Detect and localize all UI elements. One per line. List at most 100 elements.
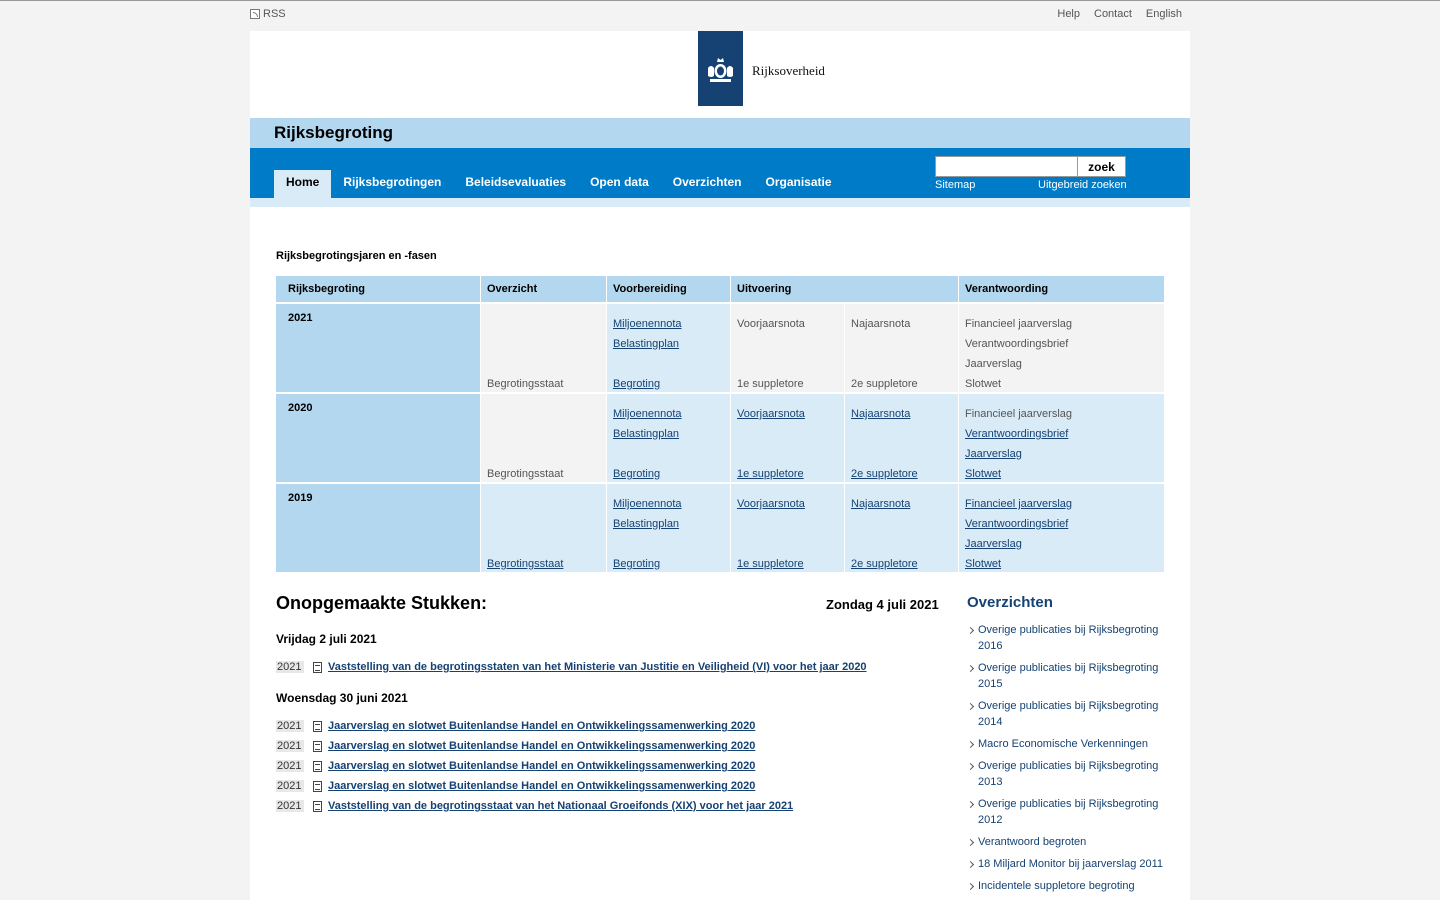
sidebar-link[interactable]: Incidentele suppletore begroting: [967, 878, 1167, 894]
phase-item: Slotwet: [965, 558, 1001, 570]
phase-year: 2021: [276, 304, 480, 392]
phase-cell-verantwoording: Financieel jaarverslag Verantwoordingsbri…: [959, 304, 1164, 392]
document-icon: [313, 760, 322, 772]
phase-link[interactable]: Najaarsnota: [851, 498, 910, 510]
phase-link[interactable]: Begrotingsstaat: [487, 558, 563, 570]
rss-link[interactable]: RSS: [250, 8, 286, 20]
phase-link[interactable]: 1e suppletore: [737, 558, 804, 570]
phase-item: Voorjaarsnota: [737, 498, 805, 510]
search-input[interactable]: [935, 156, 1078, 177]
document-row: 2021 Jaarverslag en slotwet Buitenlandse …: [276, 740, 755, 752]
phase-link[interactable]: 2e suppletore: [851, 558, 918, 570]
phase-item: Najaarsnota: [851, 318, 911, 330]
phase-link[interactable]: Begroting: [613, 468, 660, 480]
phase-link[interactable]: Jaarverslag: [965, 538, 1022, 550]
phase-link[interactable]: Jaarverslag: [965, 448, 1022, 460]
sidebar-list: Overige publicaties bij Rijksbegroting 2…: [967, 622, 1167, 900]
header-verantwoording: Verantwoording: [959, 276, 1164, 302]
header-rijksbegroting: Rijksbegroting: [276, 276, 480, 302]
phase-link[interactable]: Najaarsnota: [851, 408, 910, 420]
phase-year: 2019: [276, 484, 480, 572]
document-link[interactable]: Vaststelling van de begrotingsstaten van…: [328, 661, 867, 673]
phase-cell-uitvoering-b: Najaarsnota 2e suppletore: [845, 484, 958, 572]
phase-link[interactable]: Slotwet: [965, 468, 1001, 480]
sidebar-link[interactable]: Verantwoord begroten: [967, 834, 1167, 850]
sitemap-link[interactable]: Sitemap: [935, 179, 975, 191]
phase-link[interactable]: 2e suppletore: [851, 468, 918, 480]
document-link[interactable]: Jaarverslag en slotwet Buitenlandse Hand…: [328, 740, 755, 752]
phase-link[interactable]: Voorjaarsnota: [737, 498, 805, 510]
phase-link[interactable]: Slotwet: [965, 558, 1001, 570]
nav-beleidsevaluaties[interactable]: Beleidsevaluaties: [453, 170, 578, 198]
phase-item: Najaarsnota: [851, 408, 910, 420]
nav-home[interactable]: Home: [274, 170, 332, 198]
phase-item: Begroting: [613, 468, 660, 480]
sidebar-link[interactable]: Overige publicaties bij Rijksbegroting 2…: [967, 796, 1167, 828]
phase-item: Najaarsnota: [851, 498, 910, 510]
sidebar-link[interactable]: 18 Miljard Monitor bij jaarverslag 2011: [967, 856, 1167, 872]
crest-icon: [708, 58, 733, 82]
phase-link[interactable]: Miljoenennota: [613, 498, 682, 510]
phase-link[interactable]: Verantwoordingsbrief: [965, 428, 1068, 440]
phase-item: 1e suppletore: [737, 558, 804, 570]
nav-organisatie[interactable]: Organisatie: [753, 170, 843, 198]
phase-row-2021: 2021 Begrotingsstaat Miljoenennota Belastin…: [276, 304, 1164, 394]
sidebar-link[interactable]: Overige publicaties bij Rijksbegroting 2…: [967, 758, 1167, 790]
advanced-search-link[interactable]: Uitgebreid zoeken: [1038, 179, 1127, 191]
nav-open-data[interactable]: Open data: [578, 170, 661, 198]
phase-item: Begrotingsstaat: [487, 558, 563, 570]
logo-text: Rijksoverheid: [752, 63, 825, 78]
nav-rijksbegrotingen[interactable]: Rijksbegrotingen: [331, 170, 453, 198]
document-row: 2021 Jaarverslag en slotwet Buitenlandse …: [276, 760, 755, 772]
phase-item: Jaarverslag: [965, 448, 1022, 460]
phase-row-2020: 2020 Begrotingsstaat Miljoenennota Belastin…: [276, 394, 1164, 484]
contact-link[interactable]: Contact: [1094, 8, 1132, 20]
help-link[interactable]: Help: [1057, 8, 1080, 20]
rijksoverheid-logo[interactable]: [698, 31, 743, 106]
sidebar-link[interactable]: Overige publicaties bij Rijksbegroting 2…: [967, 660, 1167, 692]
document-row: 2021 Jaarverslag en slotwet Buitenlandse …: [276, 780, 755, 792]
phase-link[interactable]: Verantwoordingsbrief: [965, 518, 1068, 530]
phases-table: Rijksbegroting Overzicht Voorbereiding U…: [276, 276, 1164, 574]
document-row: 2021 Vaststelling van de begrotingsstaat …: [276, 800, 793, 812]
document-link[interactable]: Vaststelling van de begrotingsstaat van …: [328, 800, 793, 812]
phase-link[interactable]: Belastingplan: [613, 518, 679, 530]
phase-cell-voorbereiding: Miljoenennota Belastingplan Begroting: [607, 394, 730, 482]
phase-row-2019: 2019 Begrotingsstaat Miljoenennota Belastin…: [276, 484, 1164, 574]
phase-link[interactable]: Voorjaarsnota: [737, 408, 805, 420]
top-links: Help Contact English: [1057, 8, 1182, 20]
phase-item: Miljoenennota: [613, 408, 682, 420]
phase-item: Financieel jaarverslag: [965, 318, 1072, 330]
document-row: 2021 Vaststelling van de begrotingsstaten…: [276, 661, 867, 673]
phase-link[interactable]: Begroting: [613, 378, 660, 390]
rss-label: RSS: [263, 8, 286, 20]
phase-item: Begroting: [613, 558, 660, 570]
phase-link[interactable]: Belastingplan: [613, 428, 679, 440]
nav-overzichten[interactable]: Overzichten: [661, 170, 754, 198]
sidebar-link[interactable]: Overige publicaties bij Rijksbegroting 2…: [967, 622, 1167, 654]
phase-item: Belastingplan: [613, 518, 679, 530]
document-link[interactable]: Jaarverslag en slotwet Buitenlandse Hand…: [328, 780, 755, 792]
english-link[interactable]: English: [1146, 8, 1182, 20]
phase-item: Voorjaarsnota: [737, 318, 805, 330]
phase-item: 1e suppletore: [737, 378, 804, 390]
phase-item: Miljoenennota: [613, 318, 682, 330]
phase-item: Verantwoordingsbrief: [965, 428, 1068, 440]
phase-link[interactable]: Begroting: [613, 558, 660, 570]
phase-item: 2e suppletore: [851, 378, 918, 390]
site-title: Rijksbegroting: [274, 123, 394, 142]
search-button[interactable]: zoek: [1077, 156, 1126, 177]
document-link[interactable]: Jaarverslag en slotwet Buitenlandse Hand…: [328, 720, 755, 732]
phase-link[interactable]: 1e suppletore: [737, 468, 804, 480]
sidebar-link[interactable]: Overige publicaties bij Rijksbegroting 2…: [967, 698, 1167, 730]
sidebar-link[interactable]: Macro Economische Verkenningen: [967, 736, 1167, 752]
document-link[interactable]: Jaarverslag en slotwet Buitenlandse Hand…: [328, 760, 755, 772]
document-year-badge: 2021: [276, 800, 304, 812]
phase-link[interactable]: Miljoenennota: [613, 408, 682, 420]
phase-link[interactable]: Financieel jaarverslag: [965, 498, 1072, 510]
phase-link[interactable]: Miljoenennota: [613, 318, 682, 330]
phase-item: 1e suppletore: [737, 468, 804, 480]
phase-cell-uitvoering-a: Voorjaarsnota 1e suppletore: [731, 394, 844, 482]
phase-item: Slotwet: [965, 378, 1002, 390]
phase-link[interactable]: Belastingplan: [613, 338, 679, 350]
